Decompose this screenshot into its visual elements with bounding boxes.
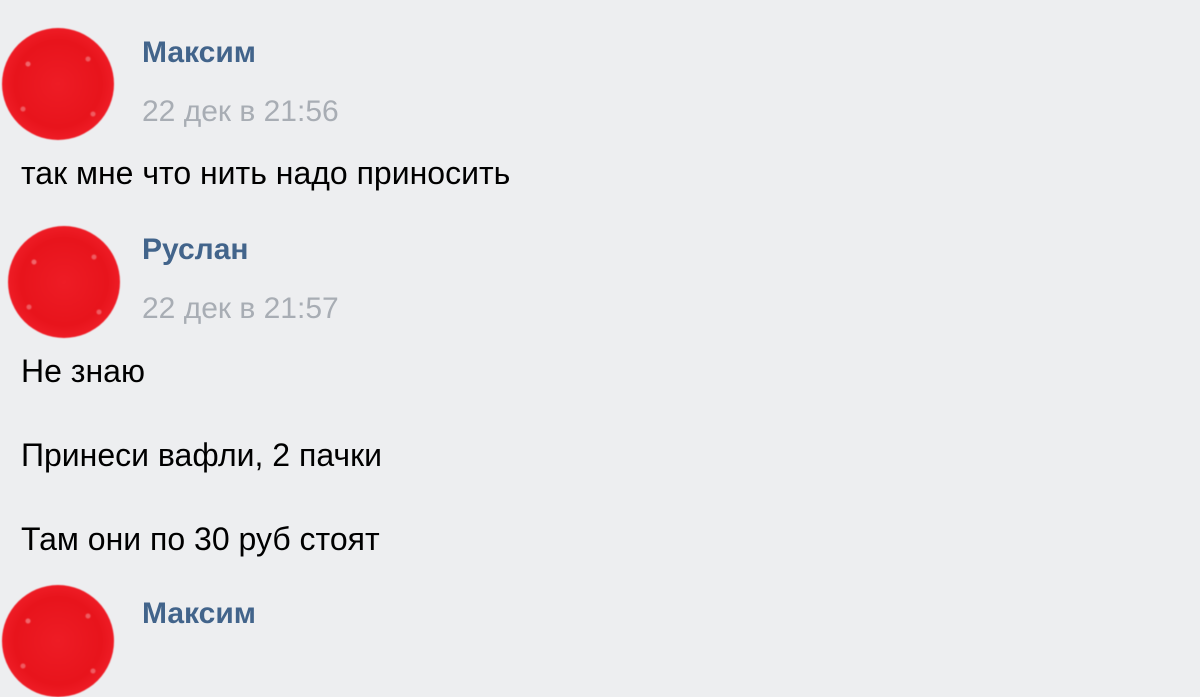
message-history: Максим 22 дек в 21:56 так мне что нить н… — [0, 0, 1200, 697]
avatar[interactable] — [2, 585, 114, 697]
message-text: Там они по 30 руб стоят — [21, 521, 380, 557]
message-text: Принеси вафли, 2 пачки — [21, 437, 382, 473]
message-author[interactable]: Максим — [142, 36, 256, 70]
message-author[interactable]: Максим — [142, 597, 256, 631]
avatar[interactable] — [2, 28, 114, 140]
message-text: Не знаю — [21, 353, 145, 389]
message-timestamp[interactable]: 22 дек в 21:57 — [142, 292, 339, 326]
avatar[interactable] — [8, 226, 120, 338]
message-author[interactable]: Руслан — [142, 233, 249, 267]
message-text: так мне что нить надо приносить — [21, 155, 511, 191]
message-timestamp[interactable]: 22 дек в 21:56 — [142, 95, 339, 129]
